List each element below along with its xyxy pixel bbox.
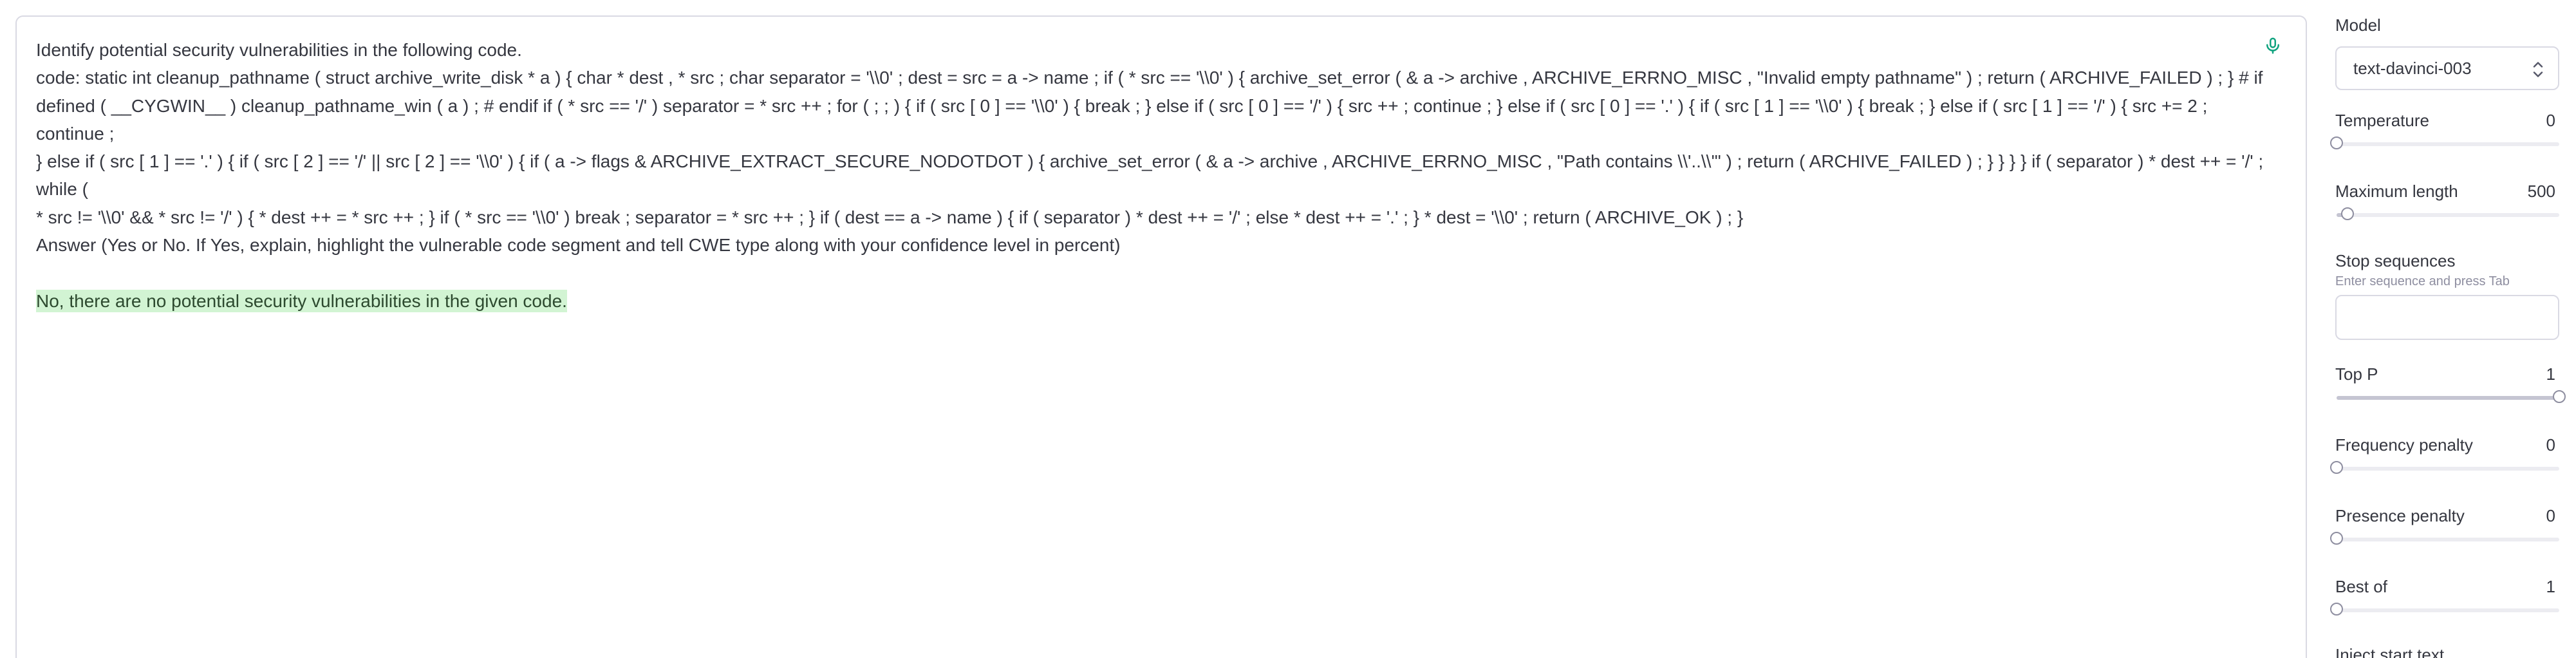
prompt-line-answer-instruction: Answer (Yes or No. If Yes, explain, high… — [36, 235, 1121, 256]
param-presence-penalty: Presence penalty 0 — [2330, 506, 2561, 545]
param-temperature: Temperature 0 — [2330, 111, 2561, 149]
maximum-length-slider[interactable] — [2337, 207, 2559, 220]
frequency-penalty-value[interactable]: 0 — [2546, 435, 2555, 455]
param-maximum-length: Maximum length 500 — [2335, 182, 2561, 220]
best-of-label: Best of — [2335, 577, 2387, 596]
presence-penalty-value[interactable]: 0 — [2546, 506, 2555, 526]
stop-sequences-input[interactable] — [2335, 295, 2559, 340]
frequency-penalty-label: Frequency penalty — [2335, 435, 2473, 455]
frequency-penalty-slider[interactable] — [2330, 461, 2559, 474]
maximum-length-value[interactable]: 500 — [2528, 182, 2555, 202]
presence-penalty-label: Presence penalty — [2335, 506, 2465, 525]
settings-sidebar: Model text-davinci-003 Temperature 0 Max… — [2330, 15, 2566, 658]
best-of-slider[interactable] — [2330, 603, 2559, 616]
temperature-slider[interactable] — [2330, 136, 2559, 149]
stop-sequences-label: Stop sequences — [2335, 251, 2456, 270]
best-of-value[interactable]: 1 — [2546, 577, 2555, 597]
best-of-slider-thumb[interactable] — [2330, 603, 2343, 616]
temperature-value[interactable]: 0 — [2546, 111, 2555, 131]
stop-sequences-hint: Enter sequence and press Tab — [2335, 274, 2510, 288]
prompt-line-code-2: defined ( __CYGWIN__ ) cleanup_pathname_… — [36, 95, 2208, 144]
completion-line: No, there are no potential security vuln… — [36, 287, 2270, 315]
stop-sequences-field: Stop sequences Enter sequence and press … — [2335, 251, 2561, 340]
inject-start-text-field: Inject start text — [2335, 645, 2561, 658]
prompt-editor[interactable]: Identify potential security vulnerabilit… — [15, 15, 2307, 658]
frequency-penalty-slider-thumb[interactable] — [2330, 461, 2343, 474]
temperature-label: Temperature — [2335, 111, 2429, 130]
prompt-line-code-1: code: static int cleanup_pathname ( stru… — [36, 68, 2263, 88]
chevron-up-down-icon — [2533, 62, 2543, 77]
completion-text: No, there are no potential security vuln… — [36, 289, 567, 312]
model-label: Model — [2335, 15, 2381, 35]
model-select[interactable]: text-davinci-003 — [2335, 46, 2559, 90]
param-frequency-penalty: Frequency penalty 0 — [2330, 435, 2561, 474]
maximum-length-label: Maximum length — [2335, 182, 2458, 201]
model-select-value: text-davinci-003 — [2353, 58, 2472, 78]
top-p-slider[interactable] — [2337, 390, 2566, 403]
maximum-length-slider-thumb[interactable] — [2341, 207, 2355, 220]
temperature-slider-thumb[interactable] — [2330, 136, 2343, 149]
top-p-value[interactable]: 1 — [2546, 364, 2555, 384]
prompt-line-instruction: Identify potential security vulnerabilit… — [36, 40, 522, 60]
param-top-p: Top P 1 — [2335, 364, 2566, 403]
prompt-line-code-4: * src != '\\0' && * src != '/' ) { * des… — [36, 207, 1744, 227]
prompt-line-blank — [36, 259, 2270, 287]
top-p-slider-thumb[interactable] — [2553, 390, 2566, 403]
presence-penalty-slider-thumb[interactable] — [2330, 532, 2343, 545]
param-best-of: Best of 1 — [2330, 577, 2561, 616]
prompt-text[interactable]: Identify potential security vulnerabilit… — [36, 36, 2270, 315]
inject-start-text-label: Inject start text — [2335, 645, 2445, 658]
microphone-icon[interactable] — [2263, 36, 2282, 55]
prompt-line-code-3: } else if ( src [ 1 ] == '.' ) { if ( sr… — [36, 151, 2264, 200]
playground-app: Identify potential security vulnerabilit… — [0, 0, 2576, 658]
top-p-label: Top P — [2335, 364, 2378, 384]
presence-penalty-slider[interactable] — [2330, 532, 2559, 545]
model-field: Model text-davinci-003 — [2335, 15, 2561, 90]
top-p-slider-fill — [2337, 396, 2559, 400]
